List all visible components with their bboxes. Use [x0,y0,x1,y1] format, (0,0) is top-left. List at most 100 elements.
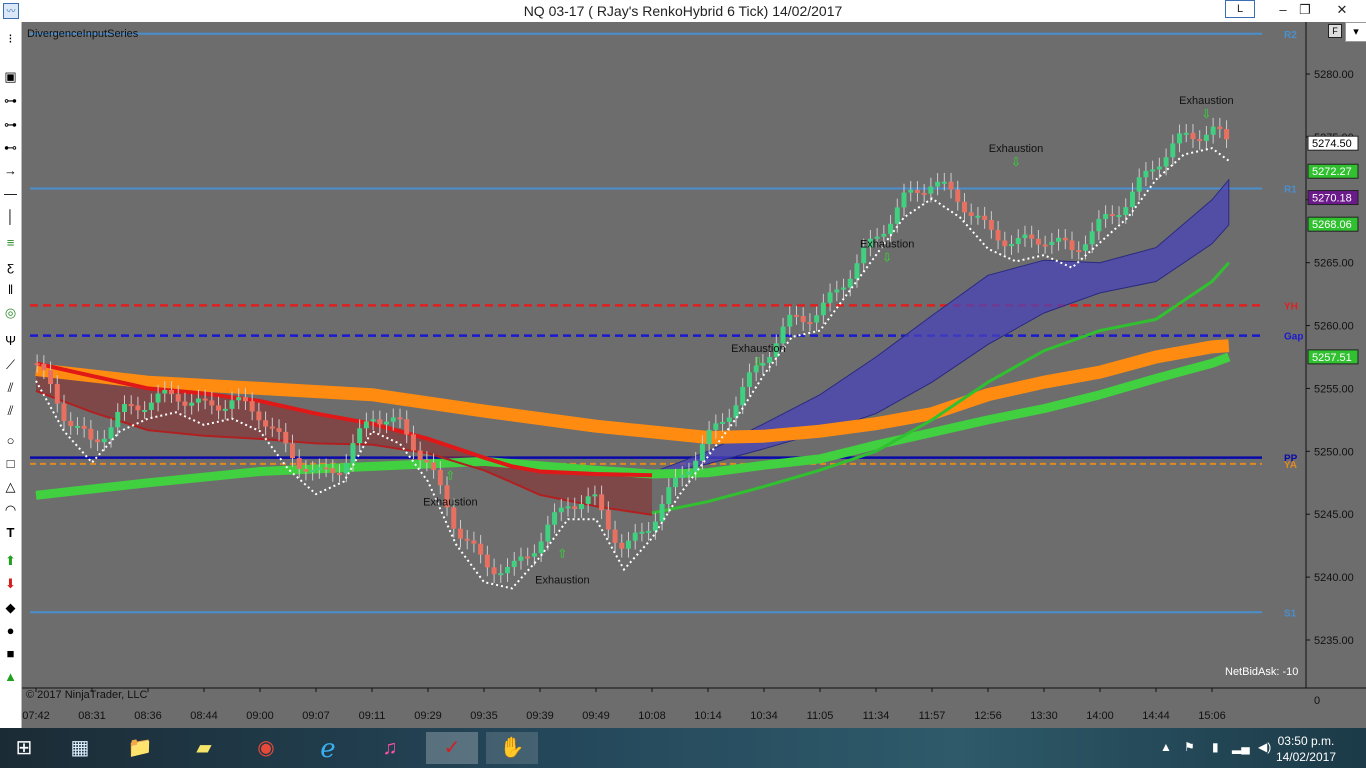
netbid-label: NetBidAsk: -10 [1225,666,1299,678]
square-icon[interactable]: ■ [2,645,19,662]
arrow-up-icon[interactable]: ⬆ [2,552,19,569]
triangle-icon[interactable]: △ [2,478,19,495]
price-tag-label: 5268.06 [1312,219,1352,231]
file-explorer-icon[interactable]: 📁 [120,732,160,764]
diamond-icon[interactable]: ◆ [2,599,19,616]
rectangle-icon[interactable]: □ [2,455,19,472]
candle-body [666,487,672,504]
exhaustion-label: Exhaustion [731,343,785,355]
gann-fan-icon[interactable]: ⟋ [2,356,19,373]
candle-body [558,507,564,513]
clock[interactable]: 03:50 p.m. 14/02/2017 [1276,733,1336,765]
candle-body [1129,191,1135,208]
itunes-icon[interactable]: ♫ [370,732,410,764]
candle-body [1109,214,1115,217]
candle-body [679,474,685,478]
candle-body [283,431,289,444]
start-icon[interactable]: ⊞ [4,732,44,764]
candle-body [699,444,705,461]
extended-line-icon[interactable]: ⊷ [2,139,19,156]
candle-body [1029,234,1035,239]
candle-body [410,434,416,451]
level-label-gap: Gap [1284,332,1303,343]
horizontal-line-icon[interactable]: — [2,185,19,202]
chrome-icon[interactable]: ◉ [246,732,286,764]
level-label-ya: YA [1284,460,1297,471]
tray-chevron-icon[interactable]: ▲ [1160,740,1172,754]
candle-body [639,531,645,534]
cursor-tool-icon[interactable]: ⁝ [2,30,19,47]
line-tool-icon[interactable]: ⊶ [2,92,19,109]
candle-body [901,192,907,208]
regression-channel-icon[interactable]: ⫽ [2,379,19,396]
candle-body [726,417,732,422]
candle-body [531,553,537,557]
level-label-s1: S1 [1284,608,1297,619]
price-chart[interactable]: 5280.005275.005270.005265.005260.005255.… [22,22,1366,728]
candle-body [437,469,443,486]
fib-time-icon[interactable]: ‖ [2,281,19,298]
price-tag-label: 5257.51 [1312,352,1352,364]
dot-icon[interactable]: ● [2,622,19,639]
volume-icon[interactable]: ◀) [1258,740,1271,754]
candle-body [888,223,894,234]
x-tick-label: 09:29 [414,710,442,722]
calculator-icon[interactable]: ▦ [60,732,100,764]
fibonacci-icon[interactable]: ≡ [2,234,19,251]
candle-body [1069,240,1075,251]
candle-body [612,529,618,543]
chart-dropdown-button[interactable]: ▾ [1345,22,1366,42]
flag-icon[interactable]: ⚑ [1184,740,1195,754]
maximize-button[interactable]: ❐ [1292,0,1318,20]
x-tick-label: 13:30 [1030,710,1058,722]
chart-canvas[interactable]: 5280.005275.005270.005265.005260.005255.… [22,22,1366,728]
indicator-label: DivergenceInputSeries [27,28,139,40]
candle-body [1096,218,1102,232]
fib-circle-icon[interactable]: ◎ [2,304,19,321]
x-tick-label: 08:31 [78,710,106,722]
y-tick-label: 5245.00 [1314,509,1354,521]
f-button[interactable]: F [1328,24,1342,38]
candle-body [982,215,988,220]
close-button[interactable]: ✕ [1322,0,1362,20]
arrow-line-icon[interactable]: → [2,162,19,179]
candle-body [1156,166,1162,170]
triangle-up-icon[interactable]: ▲ [2,668,19,685]
hand-app-icon[interactable]: ✋ [486,732,538,764]
crosshair-icon[interactable]: ▣ [2,68,19,85]
text-tool-icon[interactable]: T [2,524,19,541]
candle-body [1163,157,1169,167]
candle-body [894,207,900,224]
candle-body [565,506,571,509]
battery-icon[interactable]: ▮ [1212,740,1219,754]
fib-extension-icon[interactable]: ƹ [2,258,19,275]
candle-body [471,540,477,544]
x-tick-label: 12:56 [974,710,1002,722]
candle-body [1089,231,1095,245]
candle-body [1042,244,1048,247]
ellipse-icon[interactable]: ○ [2,432,19,449]
vertical-line-icon[interactable]: │ [2,208,19,225]
signal-icon[interactable]: ▂▄ [1232,740,1250,754]
candle-body [780,326,786,344]
arrow-down-icon[interactable]: ⬇ [2,575,19,592]
internet-explorer-icon[interactable]: ℯ [308,732,348,764]
price-tag-label: 5270.18 [1312,193,1352,205]
sticky-notes-icon[interactable]: ▰ [184,732,224,764]
candle-body [48,370,54,385]
candle-body [236,397,242,401]
candle-body [296,458,302,469]
link-badge[interactable]: L [1225,0,1255,18]
arc-icon[interactable]: ◠ [2,501,19,518]
x-tick-label: 09:11 [359,710,386,722]
andrews-pitchfork-icon[interactable]: Ψ [2,332,19,349]
clock-date: 14/02/2017 [1275,750,1336,764]
price-tag-label: 5274.50 [1312,138,1352,150]
exhaustion-arrow-up-icon: ⇧ [557,546,567,560]
candle-body [1177,133,1183,144]
ninjatrader-icon[interactable]: ✓ [426,732,478,764]
ray-tool-icon[interactable]: ⊶ [2,116,19,133]
candle-body [363,421,369,429]
candle-body [464,538,470,541]
trend-channel-icon[interactable]: ⫽ [2,402,19,419]
